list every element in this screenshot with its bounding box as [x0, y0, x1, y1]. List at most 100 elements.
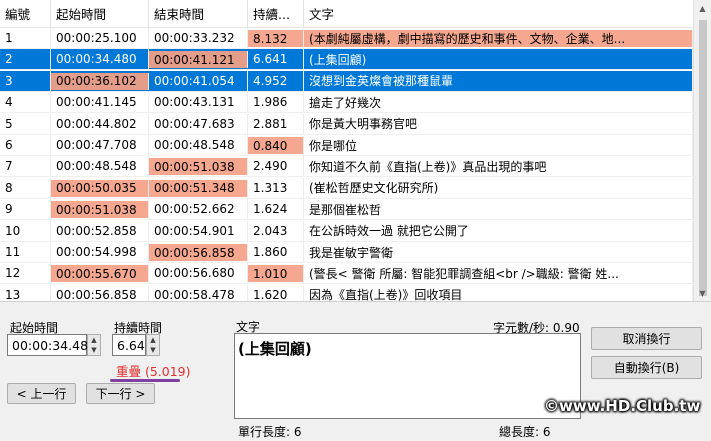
row-number: 1: [0, 28, 51, 48]
row-text: 因為《直指(上卷)》回收項目: [304, 284, 693, 301]
row-number: 12: [0, 263, 51, 284]
table-row[interactable]: 1 00:00:25.100 00:00:33.232 8.132 (本劇純屬虛構，劇中…: [0, 28, 693, 49]
overlap-warning: 重疊 (5.019): [116, 364, 191, 379]
header-duration[interactable]: 持續...: [248, 0, 304, 27]
row-end-time: 00:00:47.683: [149, 113, 248, 134]
table-row[interactable]: 4 00:00:41.145 00:00:43.131 1.986 搶走了好幾次: [0, 92, 693, 114]
row-number: 13: [0, 284, 51, 301]
row-text: (警長< 警衛 所屬: 智能犯罪調查組<br />職級: 警衛 姓...: [304, 263, 693, 284]
total-length: 總長度: 6: [499, 425, 551, 439]
row-text: (上集回顧): [304, 49, 693, 70]
header-end-time[interactable]: 結束時間: [149, 0, 248, 27]
row-text: 你是黃大明事務官吧: [304, 113, 693, 134]
row-end-time: 00:00:33.232: [149, 28, 248, 48]
table-row[interactable]: 2 00:00:34.480 00:00:41.121 6.641 (上集回顧): [0, 49, 693, 71]
row-start-time: 00:00:54.998: [51, 242, 149, 262]
row-start-time: 00:00:55.670: [51, 265, 149, 283]
row-start-time: 00:00:34.480: [51, 49, 149, 70]
header-start-time[interactable]: 起始時間: [51, 0, 149, 27]
header-text[interactable]: 文字: [304, 0, 693, 27]
row-end-time: 00:00:52.662: [149, 199, 248, 220]
row-end-time: 00:00:56.680: [149, 263, 248, 284]
table-row[interactable]: 9 00:00:51.038 00:00:52.662 1.624 是那個崔松哲: [0, 199, 693, 221]
row-text: 你是哪位: [304, 135, 693, 155]
row-number: 2: [0, 49, 51, 70]
scroll-thumb[interactable]: [699, 20, 707, 296]
table-row[interactable]: 7 00:00:48.548 00:00:51.038 2.490 你知道不久前《直指(…: [0, 156, 693, 178]
table-row[interactable]: 3 00:00:36.102 00:00:41.054 4.952 沒想到金英燦會被那種…: [0, 70, 693, 92]
row-duration: 4.952: [248, 70, 304, 91]
row-end-time: 00:00:58.478: [149, 284, 248, 301]
row-start-time: 00:00:52.858: [51, 220, 149, 241]
row-duration: 1.624: [248, 199, 304, 220]
row-text: (本劇純屬虛構，劇中描寫的歷史和事件、文物、企業、地...: [304, 30, 693, 47]
row-duration: 1.620: [248, 284, 304, 301]
row-text: 搶走了好幾次: [304, 92, 693, 113]
line-length: 單行長度: 6: [238, 425, 302, 439]
row-end-time: 00:00:51.348: [149, 179, 248, 197]
row-text: (崔松哲歷史文化研究所): [304, 177, 693, 198]
row-end-time: 00:00:41.054: [149, 70, 248, 91]
row-end-time: 00:00:48.548: [149, 135, 248, 155]
row-duration: 1.010: [248, 265, 304, 283]
subtitle-grid[interactable]: 編號 起始時間 結束時間 持續... 文字 1 00:00:25.100 00:00…: [0, 0, 711, 302]
row-number: 4: [0, 92, 51, 113]
start-time-input[interactable]: 00:00:34.480: [7, 334, 96, 356]
row-end-time: 00:00:41.121: [149, 51, 248, 69]
row-duration: 1.860: [248, 242, 304, 262]
row-number: 3: [0, 70, 51, 91]
row-duration: 6.641: [248, 49, 304, 70]
duration-spinner[interactable]: ▲ ▼: [146, 334, 160, 356]
table-row[interactable]: 11 00:00:54.998 00:00:56.858 1.860 我是崔敏宇警衛: [0, 242, 693, 263]
row-end-time: 00:00:51.038: [149, 158, 248, 176]
row-start-time: 00:00:44.802: [51, 113, 149, 134]
scroll-up-arrow-icon[interactable]: ▲: [694, 0, 711, 17]
row-number: 10: [0, 220, 51, 241]
row-duration: 2.490: [248, 156, 304, 177]
row-start-time: 00:00:41.145: [51, 92, 149, 113]
table-row[interactable]: 6 00:00:47.708 00:00:48.548 0.840 你是哪位: [0, 135, 693, 156]
row-number: 7: [0, 156, 51, 177]
row-start-time: 00:00:36.102: [51, 72, 149, 90]
row-text: 我是崔敏宇警衛: [304, 242, 693, 262]
row-duration: 2.881: [248, 113, 304, 134]
duration-input[interactable]: 6.641: [112, 334, 153, 356]
cancel-wrap-button[interactable]: 取消換行: [591, 327, 702, 350]
row-text: 在公訴時效一過 就把它公開了: [304, 220, 693, 241]
row-end-time: 00:00:56.858: [149, 244, 248, 261]
table-row[interactable]: 5 00:00:44.802 00:00:47.683 2.881 你是黃大明事務官吧: [0, 113, 693, 135]
row-start-time: 00:00:25.100: [51, 28, 149, 48]
row-number: 8: [0, 177, 51, 198]
table-row[interactable]: 10 00:00:52.858 00:00:54.901 2.043 在公訴時效一過 就…: [0, 220, 693, 242]
subtitle-text-editor[interactable]: (上集回顧): [234, 333, 581, 419]
row-duration: 0.840: [248, 137, 304, 154]
row-start-time: 00:00:47.708: [51, 135, 149, 155]
row-number: 5: [0, 113, 51, 134]
row-text: 是那個崔松哲: [304, 199, 693, 220]
row-duration: 8.132: [248, 30, 304, 47]
next-line-button[interactable]: 下一行 >: [86, 383, 155, 404]
row-number: 9: [0, 199, 51, 220]
header-number[interactable]: 編號: [0, 0, 51, 27]
row-start-time: 00:00:56.858: [51, 284, 149, 301]
row-start-time: 00:00:50.035: [51, 179, 149, 197]
row-end-time: 00:00:43.131: [149, 92, 248, 113]
table-row[interactable]: 13 00:00:56.858 00:00:58.478 1.620 因為《直指(上卷)…: [0, 284, 693, 301]
row-start-time: 00:00:48.548: [51, 156, 149, 177]
grid-vertical-scrollbar[interactable]: ▲ ▼: [693, 0, 711, 301]
table-row[interactable]: 8 00:00:50.035 00:00:51.348 1.313 (崔松哲歷史文化研究…: [0, 177, 693, 199]
row-number: 6: [0, 135, 51, 155]
table-row[interactable]: 12 00:00:55.670 00:00:56.680 1.010 (警長< 警衛 所…: [0, 263, 693, 285]
watermark: ©www.HD.Club.tw: [544, 397, 701, 415]
start-time-spinner[interactable]: ▲ ▼: [87, 334, 101, 356]
scroll-down-arrow-icon[interactable]: ▼: [694, 285, 711, 301]
auto-wrap-button[interactable]: 自動換行(B): [591, 356, 702, 379]
prev-line-button[interactable]: < 上一行: [7, 383, 76, 404]
row-duration: 2.043: [248, 220, 304, 241]
grid-header: 編號 起始時間 結束時間 持續... 文字: [0, 0, 693, 28]
row-text: 你知道不久前《直指(上卷)》真品出現的事吧: [304, 156, 693, 177]
row-duration: 1.313: [248, 177, 304, 198]
row-start-time: 00:00:51.038: [51, 201, 149, 219]
warning-underline: [110, 379, 180, 382]
row-end-time: 00:00:54.901: [149, 220, 248, 241]
